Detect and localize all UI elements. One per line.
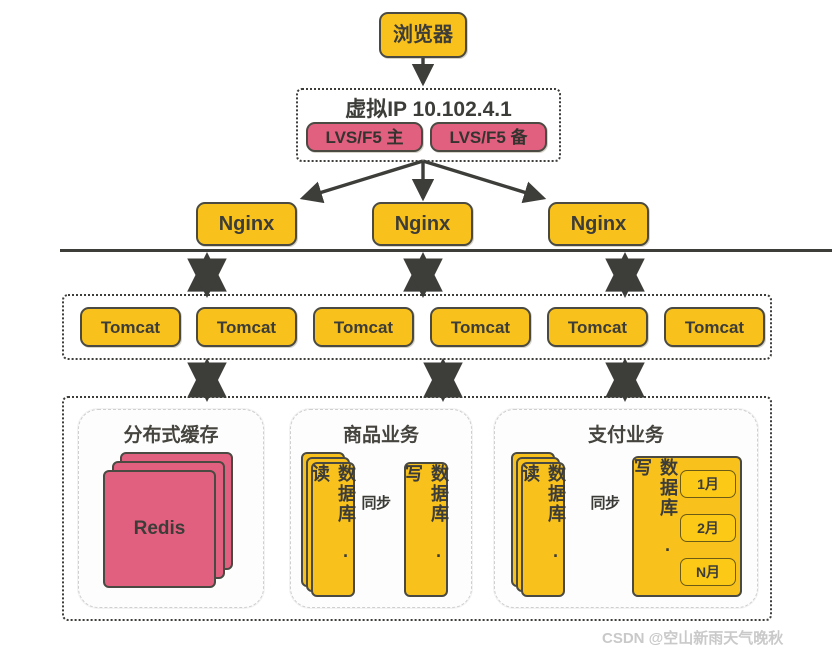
watermark-text: CSDN @空山新雨天气晚秋: [602, 630, 784, 647]
payment-db-read-label: 数据库 · 读: [520, 464, 566, 568]
product-sync-label: 同步: [361, 495, 391, 512]
lvs-master-node[interactable]: LVS/F5 主: [306, 122, 423, 152]
tomcat-node-4[interactable]: Tomcat: [430, 307, 531, 347]
tomcat-node-2[interactable]: Tomcat: [196, 307, 297, 347]
nginx-label-3: Nginx: [570, 213, 627, 235]
payment-partition-2-label: 2月: [697, 520, 719, 536]
cache-title-wrap: 分布式缓存: [78, 420, 264, 446]
watermark: CSDN @空山新雨天气晚秋: [602, 627, 783, 648]
payment-partition-1[interactable]: 1月: [680, 470, 736, 498]
payment-sync-label-wrap: 同步: [577, 492, 633, 514]
architecture-diagram: 浏览器 虚拟IP 10.102.4.1 LVS/F5 主 LVS/F5 备 Ng…: [0, 0, 837, 653]
redis-label: Redis: [133, 518, 186, 539]
nginx-label-2: Nginx: [394, 213, 451, 235]
nginx-node-3[interactable]: Nginx: [548, 202, 649, 246]
browser-label: 浏览器: [393, 24, 453, 46]
tomcat-label-6: Tomcat: [684, 317, 745, 337]
payment-partition-3-label: N月: [695, 564, 721, 580]
product-db-read-label: 数据库 · 读: [310, 464, 356, 568]
product-db-write-node[interactable]: 数据库 · 写: [403, 462, 449, 597]
nginx-bus-rail: [60, 249, 832, 252]
browser-node[interactable]: 浏览器: [379, 12, 467, 58]
tomcat-label-4: Tomcat: [450, 317, 511, 337]
payment-sync-label: 同步: [590, 495, 620, 512]
payment-db-read-node[interactable]: 数据库 · 读: [520, 462, 566, 597]
redis-node[interactable]: Redis: [103, 470, 216, 588]
product-sync-label-wrap: 同步: [348, 492, 404, 514]
tomcat-node-1[interactable]: Tomcat: [80, 307, 181, 347]
payment-db-write-node[interactable]: 数据库 · 写 1月 2月 N月: [632, 456, 742, 597]
product-title: 商品业务: [342, 425, 419, 446]
payment-title: 支付业务: [587, 425, 664, 446]
payment-db-write-label-wrap: 数据库 · 写: [632, 458, 678, 599]
product-title-wrap: 商品业务: [290, 420, 472, 446]
arrow-vip-to-nginx-right: [422, 159, 547, 204]
tomcat-node-6[interactable]: Tomcat: [664, 307, 765, 347]
lvs-master-label: LVS/F5 主: [325, 127, 404, 147]
payment-partition-1-label: 1月: [697, 476, 719, 492]
payment-title-wrap: 支付业务: [494, 420, 758, 446]
nginx-label-1: Nginx: [218, 213, 275, 235]
tomcat-node-5[interactable]: Tomcat: [547, 307, 648, 347]
tomcat-label-1: Tomcat: [100, 317, 161, 337]
lvs-backup-label: LVS/F5 备: [449, 127, 528, 147]
vip-label-wrap: 虚拟IP 10.102.4.1: [296, 93, 561, 121]
payment-partition-2[interactable]: 2月: [680, 514, 736, 542]
nginx-node-1[interactable]: Nginx: [196, 202, 297, 246]
nginx-node-2[interactable]: Nginx: [372, 202, 473, 246]
arrow-vip-to-nginx-left: [299, 159, 424, 204]
payment-db-write-label: 数据库 · 写: [632, 458, 678, 562]
product-db-write-label: 数据库 · 写: [403, 464, 449, 568]
cache-title: 分布式缓存: [123, 425, 219, 446]
vip-label: 虚拟IP 10.102.4.1: [345, 98, 512, 121]
tomcat-node-3[interactable]: Tomcat: [313, 307, 414, 347]
product-db-read-node[interactable]: 数据库 · 读: [310, 462, 356, 597]
payment-partition-3[interactable]: N月: [680, 558, 736, 586]
tomcat-label-2: Tomcat: [216, 317, 277, 337]
tomcat-label-3: Tomcat: [333, 317, 394, 337]
tomcat-label-5: Tomcat: [567, 317, 628, 337]
lvs-backup-node[interactable]: LVS/F5 备: [430, 122, 547, 152]
